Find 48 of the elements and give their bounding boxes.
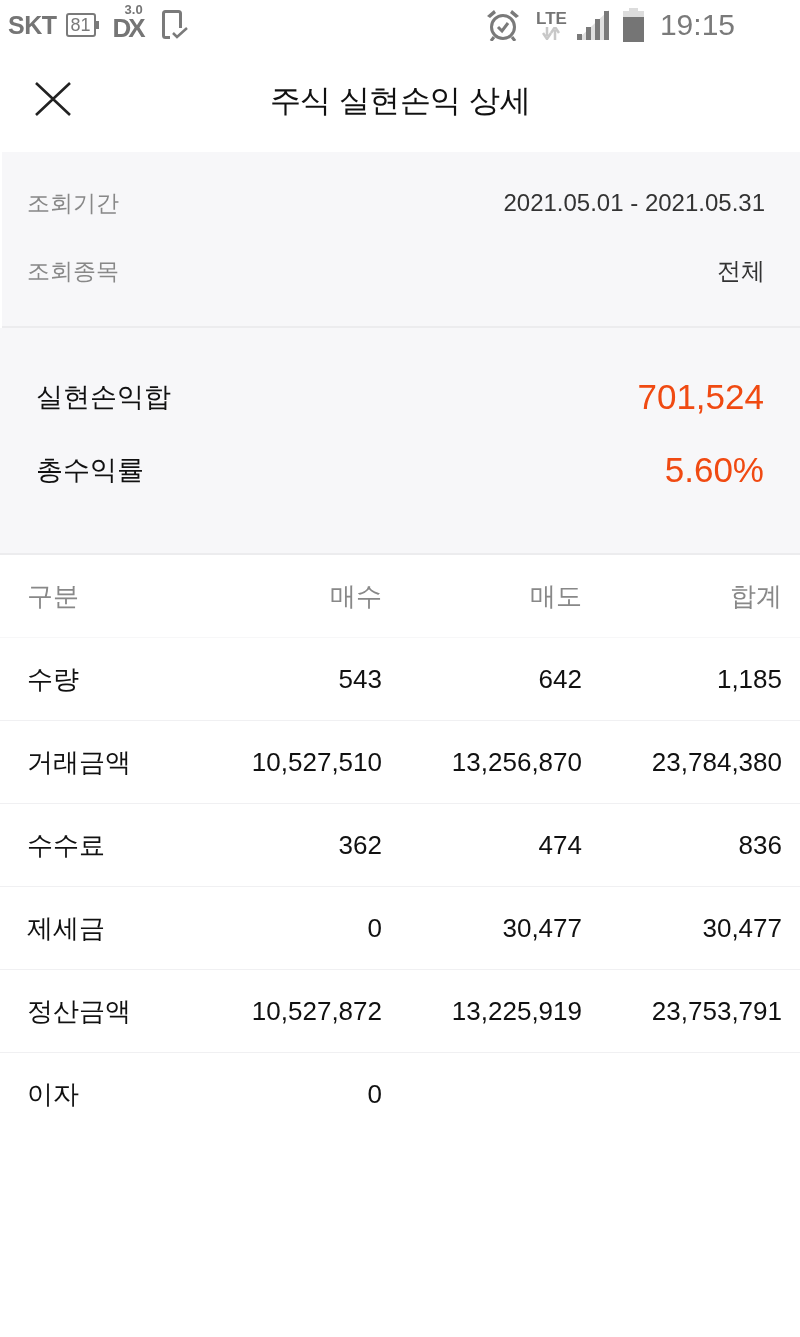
row-label: 수량 [27, 662, 80, 696]
column-header: 매수 [329, 579, 382, 613]
page-title: 주식 실현손익 상세 [269, 82, 531, 120]
table-cell-text: 10,527,510 [250, 746, 382, 778]
table-cell-text: 543 [337, 663, 382, 695]
table-cell-text: 13,256,870 [450, 746, 582, 778]
summary-value: 701,524 [637, 376, 764, 417]
row-label: 제세금 [27, 911, 106, 945]
column-header: 매도 [529, 579, 582, 613]
query-value: 2021.05.01 - 2021.05.31 [503, 189, 765, 217]
alarm-clock-icon [486, 9, 521, 41]
summary-label: 실현손익합 [36, 380, 171, 414]
column-header: 구분 [27, 579, 80, 613]
column-header: 합계 [729, 579, 782, 613]
signal-strength-icon [576, 10, 609, 40]
table-cell-text: 0 [366, 1079, 382, 1110]
row-label: 수수료 [27, 828, 106, 862]
battery-icon [622, 8, 644, 42]
query-label: 조회종목 [27, 256, 119, 286]
table-cell-text: 10,527,872 [250, 995, 382, 1027]
tablet-check-icon [161, 10, 188, 40]
network-logo: DX [112, 16, 143, 40]
row-label: 거래금액 [27, 745, 132, 779]
carrier-name: SKT [8, 10, 57, 40]
table-cell-text: 0 [366, 912, 382, 944]
table-cell-text: 1,185 [715, 663, 782, 695]
battery-percent-badge: 81 [65, 13, 99, 37]
close-button[interactable] [33, 81, 73, 117]
table-cell-text: 23,753,791 [650, 995, 782, 1027]
table-cell-text: 362 [337, 829, 382, 861]
close-icon [34, 82, 72, 116]
network-type: LTE [536, 10, 567, 27]
table-cell-text: 30,477 [501, 912, 582, 944]
network-version: 3.0 [124, 4, 143, 16]
clock-time: 19:15 [659, 8, 735, 42]
summary-label: 총수익률 [36, 453, 144, 487]
table-cell-text: 13,225,919 [450, 995, 582, 1027]
table-cell-text: 474 [537, 829, 582, 861]
summary-value: 5.60% [664, 449, 764, 490]
query-label: 조회기간 [27, 188, 119, 218]
query-value: 전체 [717, 256, 765, 286]
data-arrows-icon [542, 27, 561, 40]
table-cell-text: 30,477 [701, 912, 782, 944]
table-cell-text: 23,784,380 [650, 746, 782, 778]
row-label: 이자 [27, 1078, 80, 1111]
row-label: 정산금액 [27, 994, 132, 1028]
table-cell-text: 836 [737, 829, 782, 861]
table-cell-text: 642 [537, 663, 582, 695]
